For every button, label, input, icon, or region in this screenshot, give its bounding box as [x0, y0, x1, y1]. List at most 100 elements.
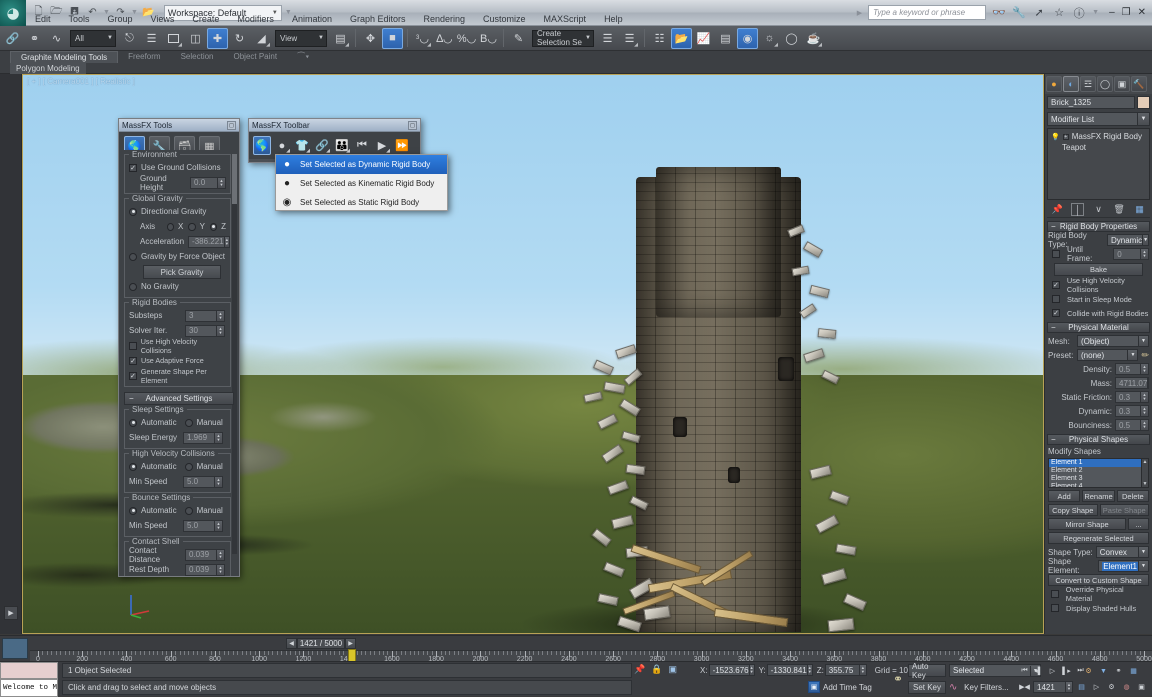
step-simulation-icon[interactable]: ⏩: [393, 136, 411, 155]
max-logo-icon[interactable]: ◕: [0, 0, 26, 26]
collide-with-rigid-bodies-checkbox[interactable]: ✓: [1052, 309, 1060, 317]
directional-gravity-radio[interactable]: [129, 208, 137, 216]
list-item[interactable]: Element 2: [1049, 467, 1148, 475]
constraints-icon[interactable]: 🔗◢: [313, 136, 331, 155]
menu-maxscript[interactable]: MAXScript: [535, 13, 596, 26]
ribbon-tab-selection[interactable]: Selection: [171, 51, 224, 63]
shape-type-dropdown[interactable]: Convex ▼: [1096, 546, 1149, 558]
delete-shape-button[interactable]: Delete: [1117, 490, 1149, 502]
start-in-sleep-mode-row[interactable]: Start in Sleep Mode: [1048, 293, 1149, 305]
auto-key-button[interactable]: Auto Key: [908, 664, 946, 677]
set-rigid-body-icon[interactable]: ●◢: [273, 136, 291, 155]
close-icon[interactable]: ◻: [408, 121, 417, 130]
add-time-tag-group[interactable]: ▣ Add Time Tag: [808, 681, 872, 693]
spinner-arrows-icon[interactable]: ▲▼: [1140, 406, 1148, 416]
until-frame-checkbox[interactable]: [1052, 250, 1060, 258]
scroll-down-icon[interactable]: ▼: [1143, 481, 1148, 487]
select-and-scale-icon[interactable]: ◢◢: [251, 28, 272, 49]
spinner-arrows-icon[interactable]: ▲▼: [1140, 364, 1148, 374]
physical-material-rollup[interactable]: − Physical Material: [1047, 322, 1150, 333]
paste-shape-button[interactable]: Paste Shape: [1100, 504, 1150, 516]
hvc-manual-radio[interactable]: [185, 463, 193, 471]
menu-item-set-static-rigid-body[interactable]: ◉ Set Selected as Static Rigid Body: [276, 193, 447, 212]
spinner-arrows-icon[interactable]: ▲▼: [224, 237, 229, 247]
advanced-settings-rollup[interactable]: − Advanced Settings: [124, 392, 234, 405]
render-setup-icon[interactable]: ☼◢: [759, 28, 780, 49]
list-item[interactable]: Element 4: [1049, 483, 1148, 488]
restore-button[interactable]: ❐: [1122, 7, 1131, 18]
modifier-list-dropdown[interactable]: Modifier List ▼: [1047, 112, 1150, 126]
use-high-velocity-collisions-row[interactable]: Use High Velocity Collisions: [129, 339, 226, 352]
maximize-viewport-toggle-icon[interactable]: ▦: [1127, 665, 1140, 677]
gravity-by-force-object-row[interactable]: Gravity by Force Object: [129, 250, 226, 263]
use-adaptive-force-checkbox[interactable]: ✓: [129, 357, 137, 365]
axis-x-radio[interactable]: [167, 223, 174, 231]
rigid-body-type-dropdown[interactable]: Dynamic ▼: [1107, 234, 1149, 246]
pin-stack-icon[interactable]: 📌: [1051, 203, 1064, 216]
start-in-sleep-mode-checkbox[interactable]: [1052, 295, 1060, 303]
wrench-icon[interactable]: 🔧: [1012, 6, 1026, 19]
massfx-tools-dialog[interactable]: MassFX Tools ◻ 🌎 🔧 🗃 ▦ Environment ✓ Use…: [118, 118, 240, 577]
massfx-tools-icon[interactable]: 🌎: [253, 136, 271, 155]
selection-filter-dropdown[interactable]: All ▼: [70, 30, 116, 47]
spinner-arrows-icon[interactable]: ▲▼: [214, 477, 222, 487]
density-spinner[interactable]: 0.5 ▲▼: [1115, 363, 1149, 375]
bounce-min-speed-spinner[interactable]: 5.0 ▲▼: [183, 520, 223, 532]
select-and-rotate-icon[interactable]: ↻: [229, 28, 250, 49]
axis-y-radio[interactable]: [188, 223, 195, 231]
display-tab-icon[interactable]: ▣: [1114, 76, 1130, 92]
pick-gravity-button[interactable]: Pick Gravity: [143, 265, 221, 279]
close-icon[interactable]: ◻: [227, 121, 236, 130]
x-coord-field[interactable]: -1523.676 ▲▼: [709, 664, 755, 676]
align-icon[interactable]: ☰◢: [619, 28, 640, 49]
orbit-icon[interactable]: ⚙: [1105, 681, 1118, 693]
spinner-arrows-icon[interactable]: ▲▼: [216, 565, 224, 575]
contact-distance-spinner[interactable]: 0.039 ▲▼: [185, 549, 225, 561]
shape-element-dropdown[interactable]: Element1 ▼: [1098, 560, 1149, 572]
layer-manager-icon[interactable]: ☷: [649, 28, 670, 49]
mesh-dropdown[interactable]: (Object) ▼: [1077, 335, 1149, 347]
physical-shapes-rollup[interactable]: − Physical Shapes: [1047, 434, 1150, 445]
ribbon-tab-object-paint[interactable]: Object Paint: [224, 51, 288, 63]
modify-tab-icon[interactable]: ◐: [1063, 76, 1079, 92]
spinner-arrows-icon[interactable]: ▲▼: [1140, 249, 1148, 259]
menu-item-set-kinematic-rigid-body[interactable]: ● Set Selected as Kinematic Rigid Body: [276, 174, 447, 193]
current-frame-indicator[interactable]: ◀ 1421 / 5000 ▶: [286, 638, 356, 649]
rigid-body-properties-rollup[interactable]: − Rigid Body Properties: [1047, 221, 1150, 232]
named-selection-set-dropdown[interactable]: Create Selection Se ▼: [532, 30, 594, 47]
spinner-arrows-icon[interactable]: ▲▼: [214, 521, 222, 531]
search-input[interactable]: Type a keyword or phrase: [868, 5, 986, 20]
reset-simulation-icon[interactable]: ⏮: [353, 136, 371, 155]
display-shaded-hulls-checkbox[interactable]: [1051, 604, 1059, 612]
no-gravity-row[interactable]: No Gravity: [129, 280, 226, 293]
spinner-arrows-icon[interactable]: ▲▼: [214, 433, 222, 443]
use-high-velocity-collisions-row[interactable]: ✓ Use High Velocity Collisions: [1048, 279, 1149, 291]
menu-graph-editors[interactable]: Graph Editors: [341, 13, 415, 26]
autodesk-360-icon[interactable]: ➚: [1032, 6, 1046, 19]
keyboard-shortcut-override-icon[interactable]: ■: [382, 28, 403, 49]
next-frame-icon[interactable]: ▶: [345, 638, 356, 649]
substeps-spinner[interactable]: 3 ▲▼: [185, 310, 225, 322]
search-expand-icon[interactable]: ▶: [857, 9, 862, 17]
collide-with-rigid-bodies-row[interactable]: ✓ Collide with Rigid Bodies: [1048, 307, 1149, 319]
edit-named-selection-sets-icon[interactable]: ✎: [508, 28, 529, 49]
absolute-mode-icon[interactable]: ▣: [668, 664, 677, 675]
bounce-manual-radio[interactable]: [185, 507, 193, 515]
menu-rendering[interactable]: Rendering: [415, 13, 475, 26]
dynamic-friction-spinner[interactable]: 0.3 ▲▼: [1115, 405, 1149, 417]
prev-frame-icon[interactable]: ◀: [286, 638, 297, 649]
zoom-extents-icon[interactable]: ▼: [1097, 665, 1110, 677]
render-production-icon[interactable]: ☕◢: [803, 28, 824, 49]
ribbon-tab-freeform[interactable]: Freeform: [118, 51, 170, 63]
ragdoll-icon[interactable]: 👪◢: [333, 136, 351, 155]
prev-key-icon[interactable]: ◂▌: [1032, 665, 1045, 677]
modifier-stack-item-teapot[interactable]: Teapot: [1049, 142, 1148, 153]
spinner-snap-toggle-icon[interactable]: B◡: [478, 28, 499, 49]
motion-tab-icon[interactable]: ◯: [1097, 76, 1113, 92]
next-key-icon[interactable]: ▌▸: [1060, 665, 1073, 677]
spinner-arrows-icon[interactable]: ▲▼: [1140, 392, 1148, 402]
rectangular-selection-region-icon[interactable]: ◢: [163, 28, 184, 49]
make-unique-icon[interactable]: ∨: [1092, 203, 1105, 216]
sleep-manual-radio[interactable]: [185, 419, 193, 427]
curve-editor-icon[interactable]: 📈: [693, 28, 714, 49]
